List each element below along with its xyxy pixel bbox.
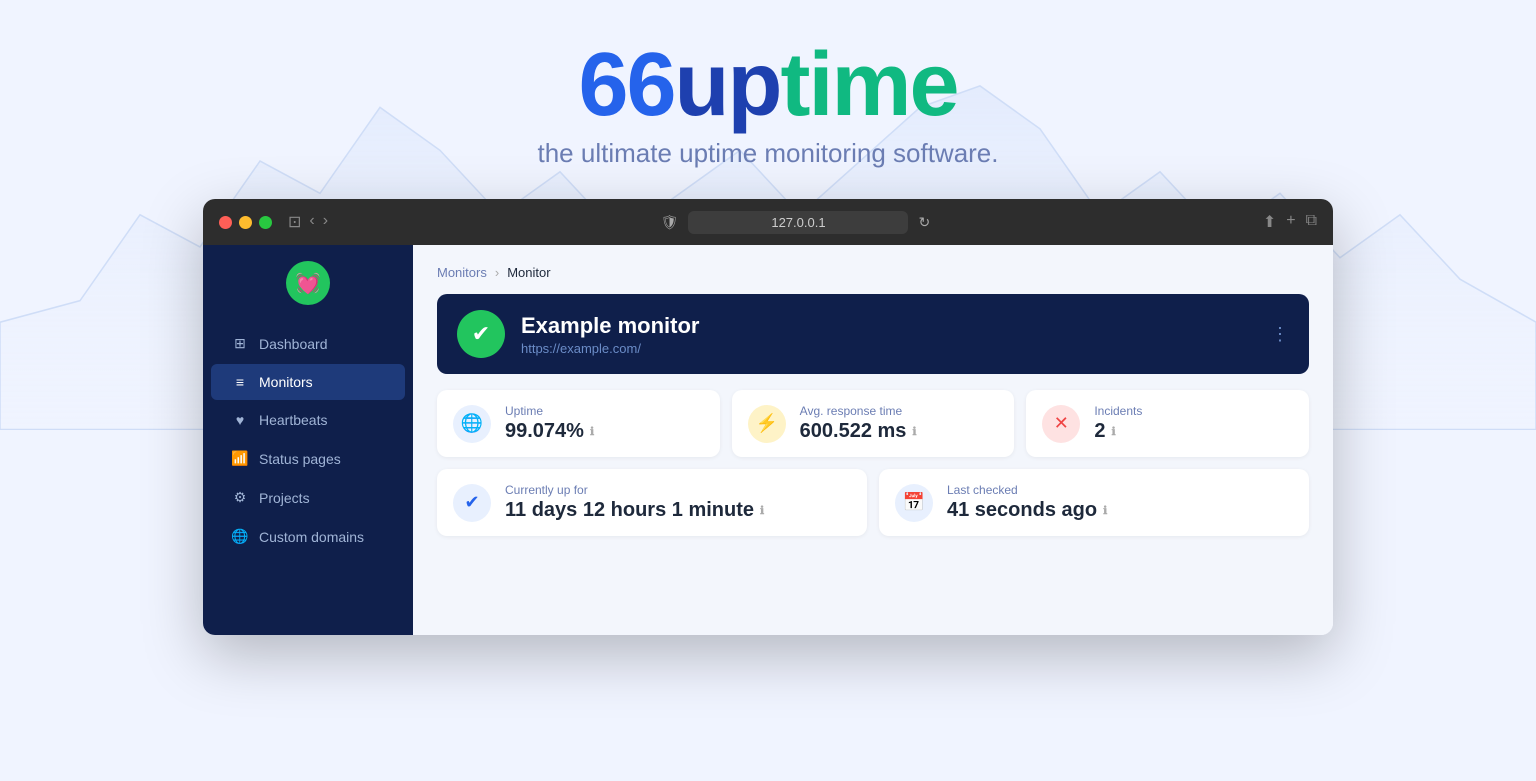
last-checked-value: 41 seconds ago ℹ <box>947 499 1107 522</box>
status-pages-icon: 📶 <box>231 450 249 467</box>
breadcrumb-current: Monitor <box>507 265 550 280</box>
response-time-label: Avg. response time <box>800 404 917 418</box>
dashboard-icon: ⊞ <box>231 335 249 352</box>
last-checked-calendar-icon: 📅 <box>895 484 933 522</box>
monitor-url[interactable]: https://example.com/ <box>521 341 1255 356</box>
sidebar-item-custom-domains-label: Custom domains <box>259 529 364 545</box>
monitor-name: Example monitor <box>521 313 1255 339</box>
browser-content: 💓 ⊞ Dashboard ≡ Monitors ♥ Heartbeats 📶 … <box>203 245 1333 635</box>
close-button[interactable] <box>219 216 232 229</box>
projects-icon: ⚙ <box>231 489 249 506</box>
sidebar-item-projects[interactable]: ⚙ Projects <box>211 479 405 516</box>
response-time-info-icon[interactable]: ℹ <box>912 425 916 438</box>
main-content: Monitors › Monitor ✔ Example monitor htt… <box>413 245 1333 635</box>
logo-time: time <box>781 35 958 135</box>
stat-info-incidents: Incidents 2 ℹ <box>1094 404 1142 443</box>
uptime-value: 99.074% ℹ <box>505 420 594 443</box>
heartbeats-icon: ♥ <box>231 412 249 428</box>
stat-card-uptime: 🌐 Uptime 99.074% ℹ <box>437 390 720 457</box>
app-logo-icon: 💓 <box>286 261 330 305</box>
currently-up-value: 11 days 12 hours 1 minute ℹ <box>505 499 764 522</box>
reload-icon[interactable]: ↻ <box>918 214 930 231</box>
forward-icon[interactable]: › <box>323 212 328 232</box>
breadcrumb: Monitors › Monitor <box>437 265 1309 280</box>
sidebar-item-custom-domains[interactable]: 🌐 Custom domains <box>211 518 405 555</box>
maximize-button[interactable] <box>259 216 272 229</box>
logo-66: 66 <box>578 35 674 135</box>
logo: 66uptime <box>0 40 1536 130</box>
sidebar-item-projects-label: Projects <box>259 490 310 506</box>
stat-info-response-time: Avg. response time 600.522 ms ℹ <box>800 404 917 443</box>
uptime-label: Uptime <box>505 404 594 418</box>
browser-window: ⊡ ‹ › 🛡 127.0.0.1 ↻ ⬆ + ⧉ 💓 ⊞ Dashboard <box>203 199 1333 635</box>
response-time-bolt-icon: ⚡ <box>748 405 786 443</box>
uptime-info-icon[interactable]: ℹ <box>590 425 594 438</box>
monitor-more-icon[interactable]: ⋮ <box>1271 324 1289 345</box>
browser-chrome: ⊡ ‹ › 🛡 127.0.0.1 ↻ ⬆ + ⧉ <box>203 199 1333 245</box>
sidebar-logo: 💓 <box>203 261 413 305</box>
security-icon: 🛡 <box>661 214 679 231</box>
monitor-status-icon: ✔ <box>457 310 505 358</box>
sidebar-item-heartbeats[interactable]: ♥ Heartbeats <box>211 402 405 438</box>
tagline: the ultimate uptime monitoring software. <box>0 138 1536 169</box>
stat-card-last-checked: 📅 Last checked 41 seconds ago ℹ <box>879 469 1309 536</box>
stats-grid-bottom: ✔ Currently up for 11 days 12 hours 1 mi… <box>437 469 1309 536</box>
stat-card-incidents: ✕ Incidents 2 ℹ <box>1026 390 1309 457</box>
stats-grid-top: 🌐 Uptime 99.074% ℹ ⚡ <box>437 390 1309 457</box>
breadcrumb-separator: › <box>495 265 499 280</box>
sidebar-item-monitors-label: Monitors <box>259 374 313 390</box>
custom-domains-icon: 🌐 <box>231 528 249 545</box>
response-time-value: 600.522 ms ℹ <box>800 420 917 443</box>
sidebar-item-status-pages-label: Status pages <box>259 451 341 467</box>
incidents-error-icon: ✕ <box>1042 405 1080 443</box>
last-checked-info-icon[interactable]: ℹ <box>1103 504 1107 517</box>
monitors-icon: ≡ <box>231 374 249 390</box>
new-tab-icon[interactable]: + <box>1286 212 1295 232</box>
share-icon[interactable]: ⬆ <box>1263 212 1276 232</box>
back-icon[interactable]: ‹ <box>309 212 314 232</box>
last-checked-label: Last checked <box>947 483 1107 497</box>
stat-card-currently-up: ✔ Currently up for 11 days 12 hours 1 mi… <box>437 469 867 536</box>
sidebar-item-heartbeats-label: Heartbeats <box>259 412 327 428</box>
browser-nav-controls: ⊡ ‹ › <box>288 212 328 232</box>
minimize-button[interactable] <box>239 216 252 229</box>
currently-up-check-icon: ✔ <box>453 484 491 522</box>
incidents-value: 2 ℹ <box>1094 420 1142 443</box>
stat-info-last-checked: Last checked 41 seconds ago ℹ <box>947 483 1107 522</box>
tabs-icon[interactable]: ⧉ <box>1306 212 1317 232</box>
currently-up-label: Currently up for <box>505 483 764 497</box>
address-bar[interactable]: 127.0.0.1 <box>688 211 908 234</box>
sidebar: 💓 ⊞ Dashboard ≡ Monitors ♥ Heartbeats 📶 … <box>203 245 413 635</box>
incidents-label: Incidents <box>1094 404 1142 418</box>
stat-info-uptime: Uptime 99.074% ℹ <box>505 404 594 443</box>
sidebar-item-dashboard[interactable]: ⊞ Dashboard <box>211 325 405 362</box>
sidebar-toggle-icon[interactable]: ⊡ <box>288 212 301 232</box>
address-bar-wrap: 🛡 127.0.0.1 ↻ <box>340 211 1251 234</box>
sidebar-item-status-pages[interactable]: 📶 Status pages <box>211 440 405 477</box>
monitor-header-card: ✔ Example monitor https://example.com/ ⋮ <box>437 294 1309 374</box>
stat-info-currently-up: Currently up for 11 days 12 hours 1 minu… <box>505 483 764 522</box>
uptime-globe-icon: 🌐 <box>453 405 491 443</box>
monitor-info: Example monitor https://example.com/ <box>521 313 1255 356</box>
incidents-info-icon[interactable]: ℹ <box>1111 425 1115 438</box>
browser-actions: ⬆ + ⧉ <box>1263 212 1317 232</box>
sidebar-item-dashboard-label: Dashboard <box>259 336 328 352</box>
traffic-lights <box>219 216 272 229</box>
breadcrumb-parent[interactable]: Monitors <box>437 265 487 280</box>
logo-up: up <box>675 35 781 135</box>
sidebar-item-monitors[interactable]: ≡ Monitors <box>211 364 405 400</box>
stat-card-response-time: ⚡ Avg. response time 600.522 ms ℹ <box>732 390 1015 457</box>
currently-up-info-icon[interactable]: ℹ <box>760 504 764 517</box>
hero-section: 66uptime the ultimate uptime monitoring … <box>0 0 1536 189</box>
